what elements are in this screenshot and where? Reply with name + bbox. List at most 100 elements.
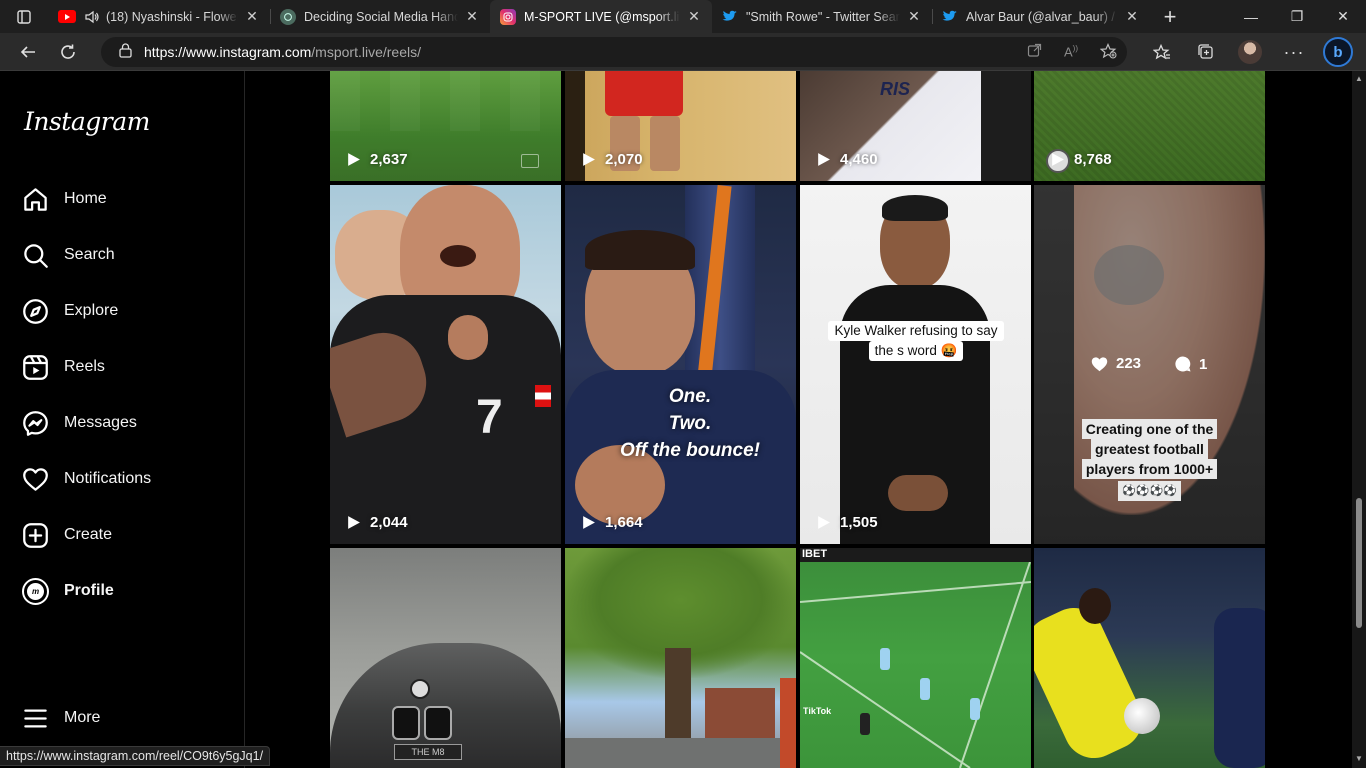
browser-tab-strip: (18) Nyashinski - Flowers ✕ Deciding Soc… — [0, 0, 1366, 33]
scroll-down-arrow[interactable]: ▼ — [1355, 755, 1363, 763]
new-tab-button[interactable]: + — [1150, 0, 1190, 33]
reel-tile-hovered[interactable]: 223 1 Creating one of the greatest footb… — [1034, 185, 1265, 544]
nav-profile[interactable]: m Profile — [22, 571, 232, 611]
play-icon — [348, 516, 360, 529]
close-tab-icon[interactable]: ✕ — [1124, 8, 1140, 25]
player-dot — [860, 713, 870, 735]
close-tab-icon[interactable]: ✕ — [464, 8, 480, 25]
reel-tile[interactable]: 7 2,044 — [330, 185, 561, 544]
close-tab-icon[interactable]: ✕ — [906, 8, 922, 25]
favorites-star-icon — [1153, 43, 1170, 59]
play-icon — [348, 153, 360, 166]
instagram-logo[interactable]: Instagram — [24, 107, 150, 136]
speaker-icon[interactable] — [84, 9, 100, 25]
tab-youtube[interactable]: (18) Nyashinski - Flowers ✕ — [48, 0, 270, 33]
tab-title: (18) Nyashinski - Flowers — [106, 9, 238, 24]
reel-tile[interactable]: IBET TikTok — [800, 548, 1031, 768]
heart-icon — [23, 467, 48, 491]
bing-copilot-button[interactable]: b — [1316, 37, 1360, 67]
nav-home[interactable]: Home — [22, 179, 232, 219]
reel-tile[interactable] — [565, 548, 796, 768]
play-icon — [1052, 153, 1064, 166]
caption-line: Off the bounce! — [619, 440, 761, 461]
tab-title: Alvar Baur (@alvar_baur) / Tw — [966, 9, 1118, 24]
nav-explore[interactable]: Explore — [22, 291, 232, 331]
browser-right-buttons: ··· b — [1140, 33, 1360, 71]
player-dot — [970, 698, 980, 720]
reload-button[interactable] — [48, 33, 88, 71]
tab-actions-icon — [17, 9, 31, 24]
read-aloud-icon[interactable]: A)) — [1064, 44, 1078, 59]
browser-toolbar: https://www.instagram.com/msport.live/re… — [0, 33, 1366, 71]
reel-tile[interactable]: 2,637 — [330, 71, 561, 181]
reels-icon — [23, 354, 48, 380]
page-scrollbar[interactable]: ▲ ▼ — [1352, 71, 1366, 768]
tab-twitter-search[interactable]: "Smith Rowe" - Twitter Search ✕ — [712, 0, 932, 33]
settings-more-button[interactable]: ··· — [1272, 42, 1316, 63]
close-window-button[interactable]: ✕ — [1320, 0, 1366, 33]
back-button[interactable] — [8, 33, 48, 71]
leg-shape — [650, 116, 680, 171]
view-count-text: 1,505 — [840, 514, 878, 531]
maximize-button[interactable]: ❐ — [1274, 0, 1320, 33]
nav-messages[interactable]: Messages — [22, 403, 232, 443]
back-arrow-icon — [20, 45, 35, 58]
open-mouth-shape — [440, 245, 476, 267]
reel-tile[interactable]: One. Two. Off the bounce! 1,664 — [565, 185, 796, 544]
reload-icon — [61, 44, 75, 59]
reel-tile[interactable]: 2,070 — [565, 71, 796, 181]
collections-button[interactable] — [1184, 43, 1228, 61]
caption-line: ⚽⚽⚽⚽ — [1118, 481, 1181, 501]
view-count: 1,505 — [816, 514, 878, 531]
tab-twitter-profile[interactable]: Alvar Baur (@alvar_baur) / Tw ✕ — [932, 0, 1150, 33]
scroll-up-arrow[interactable]: ▲ — [1355, 75, 1363, 83]
view-count: 8,768 — [1050, 151, 1112, 168]
play-icon — [818, 516, 830, 529]
reel-tile[interactable]: Kyle Walker refusing to say the s word 🤬… — [800, 185, 1031, 544]
tiktok-watermark: TikTok — [803, 706, 832, 716]
profile-button[interactable] — [1228, 40, 1272, 64]
reel-tile[interactable]: 8,768 — [1034, 71, 1265, 181]
hand-shape — [448, 315, 488, 360]
bmw-logo-icon — [410, 679, 430, 699]
tab-instagram[interactable]: M-SPORT LIVE (@msport.live) ✕ — [490, 0, 712, 33]
compass-icon — [23, 298, 48, 324]
nav-create[interactable]: Create — [22, 515, 232, 555]
minimize-button[interactable]: — — [1228, 0, 1274, 33]
nav-more[interactable]: More — [22, 698, 232, 738]
lock-icon[interactable] — [119, 43, 132, 61]
hamburger-icon — [24, 709, 47, 727]
nav-label: Explore — [64, 302, 119, 319]
tab-title: "Smith Rowe" - Twitter Search — [746, 9, 900, 24]
scroll-thumb[interactable] — [1356, 498, 1362, 628]
league-logo-icon — [521, 154, 539, 168]
collections-icon — [1198, 44, 1213, 59]
address-bar[interactable]: https://www.instagram.com/msport.live/re… — [101, 37, 1127, 67]
view-count: 1,664 — [581, 514, 643, 531]
open-in-app-icon[interactable] — [1027, 43, 1042, 61]
profile-avatar: m — [22, 577, 49, 605]
close-tab-icon[interactable]: ✕ — [686, 8, 702, 25]
twitter-icon — [942, 9, 958, 25]
nav-label: Home — [64, 190, 107, 207]
tab-chatgpt[interactable]: Deciding Social Media Handle ✕ — [270, 0, 490, 33]
reel-tile[interactable] — [1034, 548, 1265, 768]
plus-icon: + — [1163, 3, 1177, 29]
close-tab-icon[interactable]: ✕ — [244, 8, 260, 25]
url-path: /msport.live/reels/ — [311, 44, 421, 60]
youtube-icon — [58, 10, 76, 23]
nav-search[interactable]: Search — [22, 235, 232, 275]
favorites-button[interactable] — [1140, 43, 1184, 61]
window-controls: — ❐ ✕ — [1228, 0, 1366, 33]
comment-filled-icon — [1175, 356, 1191, 372]
nav-reels[interactable]: Reels — [22, 347, 232, 387]
reel-tile[interactable]: THE M8 — [330, 548, 561, 768]
nav-notifications[interactable]: Notifications — [22, 459, 232, 499]
player-dot — [920, 678, 930, 700]
add-favorite-icon[interactable] — [1099, 42, 1117, 62]
reel-tile[interactable]: RIS 4,460 — [800, 71, 1031, 181]
twitter-icon — [722, 9, 738, 25]
instagram-icon — [500, 8, 516, 25]
caption-line: greatest football — [1091, 439, 1208, 459]
tab-actions-button[interactable] — [0, 0, 48, 33]
